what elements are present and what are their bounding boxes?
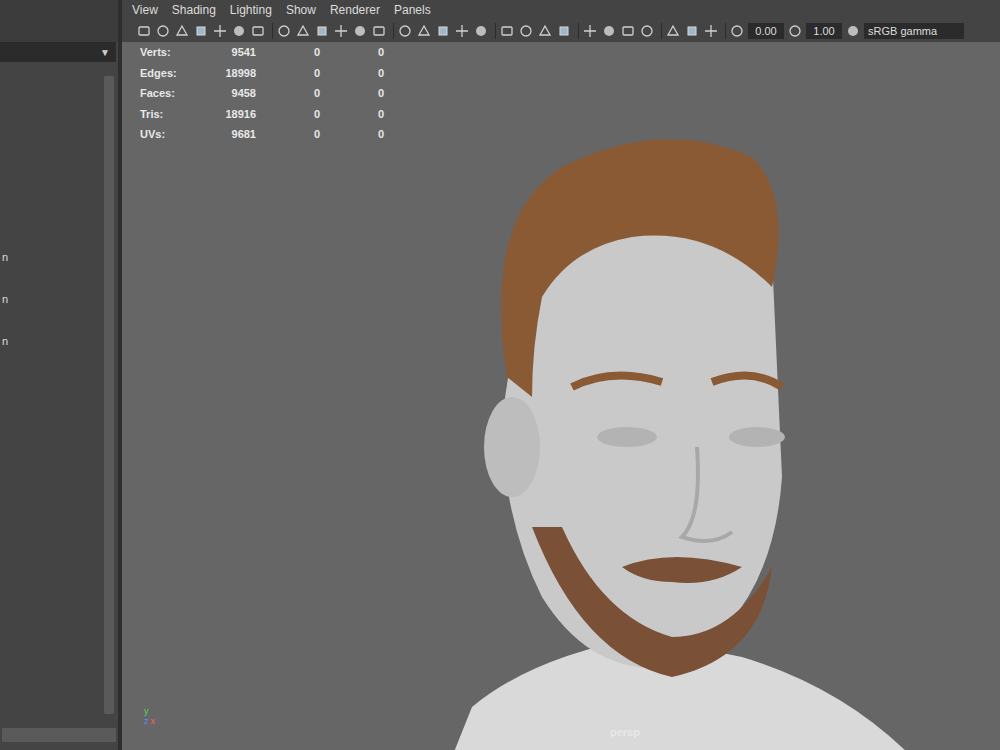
stats-row: Edges:1899800: [140, 63, 384, 84]
toolbar-icon[interactable]: [582, 23, 598, 39]
viewport-toolbar: 0.00 1.00 sRGB gamma: [122, 20, 1000, 42]
toolbar-icon[interactable]: [473, 23, 489, 39]
toolbar-icon[interactable]: [639, 23, 655, 39]
toolbar-icon[interactable]: [499, 23, 515, 39]
stats-hud: Verts:954100Edges:1899800Faces:945800Tri…: [140, 42, 384, 145]
toolbar-icon[interactable]: [295, 23, 311, 39]
outliner-panel: ▼ n n n: [0, 0, 118, 750]
color-space-field[interactable]: sRGB gamma: [864, 23, 964, 39]
menu-item[interactable]: View: [132, 1, 158, 19]
toolbar-icon[interactable]: [684, 23, 700, 39]
toolbar-icon[interactable]: [314, 23, 330, 39]
menu-item[interactable]: Renderer: [330, 1, 380, 19]
toolbar-icon[interactable]: [537, 23, 553, 39]
toolbar-icon[interactable]: [703, 23, 719, 39]
toolbar-icon[interactable]: [665, 23, 681, 39]
stats-row: UVs:968100: [140, 124, 384, 145]
outliner-item[interactable]: n: [0, 250, 104, 264]
toolbar-icon[interactable]: [174, 23, 190, 39]
stats-row: Tris:1891600: [140, 104, 384, 125]
outliner-item[interactable]: n: [0, 334, 104, 348]
menu-bar: View Shading Lighting Show Renderer Panels: [122, 0, 1000, 20]
toolbar-icon[interactable]: [454, 23, 470, 39]
toolbar-icon[interactable]: [250, 23, 266, 39]
toolbar-icon[interactable]: [231, 23, 247, 39]
toolbar-icon[interactable]: [193, 23, 209, 39]
toolbar-field[interactable]: 1.00: [806, 23, 842, 39]
outliner-item[interactable]: n: [0, 292, 104, 306]
toolbar-icon[interactable]: [845, 23, 861, 39]
toolbar-icon[interactable]: [435, 23, 451, 39]
maya-window: ▼ n n n View Shading Lighting Show Renderer Panel…: [0, 0, 1000, 750]
toolbar-icon[interactable]: [601, 23, 617, 39]
toolbar-icon[interactable]: [787, 23, 803, 39]
head-model-icon: [412, 97, 932, 750]
toolbar-icon[interactable]: [397, 23, 413, 39]
menu-item[interactable]: Lighting: [230, 1, 272, 19]
toolbar-icon[interactable]: [333, 23, 349, 39]
stats-row: Faces:945800: [140, 83, 384, 104]
toolbar-icon[interactable]: [352, 23, 368, 39]
horizontal-scrollbar[interactable]: [2, 728, 116, 742]
toolbar-icon[interactable]: [729, 23, 745, 39]
toolbar-icon[interactable]: [155, 23, 171, 39]
menu-item[interactable]: Show: [286, 1, 316, 19]
stats-row: Verts:954100: [140, 42, 384, 63]
camera-label: persp: [610, 724, 640, 741]
outliner-dropdown[interactable]: ▼: [0, 42, 116, 62]
toolbar-icon[interactable]: [371, 23, 387, 39]
toolbar-icon[interactable]: [276, 23, 292, 39]
axis-gizmo: yzx: [144, 706, 155, 726]
toolbar-icon[interactable]: [416, 23, 432, 39]
menu-item[interactable]: Panels: [394, 1, 431, 19]
viewport[interactable]: Verts:954100Edges:1899800Faces:945800Tri…: [122, 42, 1000, 750]
toolbar-icon[interactable]: [556, 23, 572, 39]
toolbar-icon[interactable]: [620, 23, 636, 39]
toolbar-icon[interactable]: [212, 23, 228, 39]
toolbar-field[interactable]: 0.00: [748, 23, 784, 39]
toolbar-icon[interactable]: [136, 23, 152, 39]
toolbar-icon[interactable]: [518, 23, 534, 39]
outliner-scrollbar[interactable]: [104, 76, 114, 714]
menu-item[interactable]: Shading: [172, 1, 216, 19]
outliner-list: n n n: [0, 62, 104, 728]
